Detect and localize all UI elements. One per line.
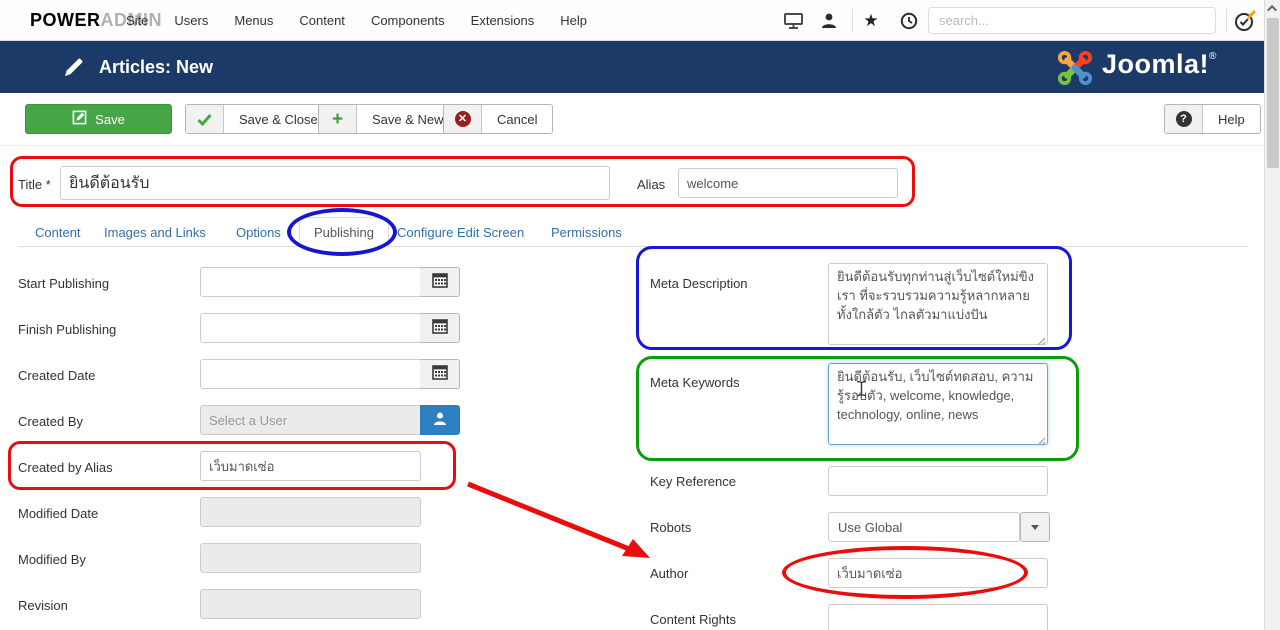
- cancel-button[interactable]: ✕ Cancel: [443, 104, 553, 134]
- title-input[interactable]: [60, 166, 610, 200]
- alias-input[interactable]: [678, 168, 898, 198]
- menu-item-components[interactable]: Components: [371, 13, 445, 28]
- modified-by-label: Modified By: [18, 552, 86, 567]
- created-date-input[interactable]: [200, 359, 421, 389]
- cancel-icon: ✕: [444, 105, 482, 133]
- action-toolbar: Save Save & Close + Save & New ✕ Cancel …: [0, 93, 1264, 146]
- save-icon: [72, 110, 87, 128]
- created-date-calendar-button[interactable]: [420, 359, 460, 389]
- history-clock-icon[interactable]: [898, 10, 920, 32]
- revision-input: [200, 589, 421, 619]
- caret-down-icon: [1031, 525, 1039, 530]
- tabs-divider: [18, 246, 1248, 247]
- start-publishing-calendar-button[interactable]: [420, 267, 460, 297]
- favorites-star-icon[interactable]: ★: [860, 10, 882, 32]
- robots-selected-value: Use Global: [838, 520, 902, 535]
- page-title: Articles: New: [99, 41, 213, 93]
- chevron-up-icon: [1267, 5, 1277, 15]
- robots-label: Robots: [650, 520, 691, 535]
- calendar-icon: [432, 273, 448, 291]
- nav-divider: [852, 9, 853, 32]
- brand-bold: POWER: [30, 10, 101, 30]
- plus-icon: +: [319, 105, 357, 133]
- author-label: Author: [650, 566, 688, 581]
- key-reference-label: Key Reference: [650, 474, 736, 489]
- created-by-input: [200, 405, 421, 435]
- content-rights-input[interactable]: [828, 604, 1048, 630]
- help-button[interactable]: ? Help: [1164, 104, 1261, 134]
- user-account-icon[interactable]: [818, 10, 840, 32]
- preview-monitor-icon[interactable]: [782, 10, 804, 32]
- created-by-alias-label: Created by Alias: [18, 460, 113, 475]
- modified-by-input: [200, 543, 421, 573]
- created-by-label: Created By: [18, 414, 83, 429]
- finish-publishing-input[interactable]: [200, 313, 421, 343]
- robots-select[interactable]: Use Global: [828, 512, 1020, 542]
- tab-configure-edit-screen[interactable]: Configure Edit Screen: [397, 225, 524, 240]
- meta-description-label: Meta Description: [650, 276, 748, 291]
- alias-label: Alias: [637, 177, 665, 192]
- nav-divider: [1226, 9, 1227, 32]
- help-label: Help: [1203, 105, 1260, 133]
- calendar-icon: [432, 365, 448, 383]
- modified-date-label: Modified Date: [18, 506, 98, 521]
- start-publishing-label: Start Publishing: [18, 276, 109, 291]
- scrollbar-up-arrow[interactable]: [1265, 0, 1280, 17]
- start-publishing-input[interactable]: [200, 267, 421, 297]
- menu-item-users[interactable]: Users: [174, 13, 208, 28]
- tab-publishing[interactable]: Publishing: [299, 217, 389, 247]
- menu-item-help[interactable]: Help: [560, 13, 587, 28]
- menu-item-site[interactable]: Site: [126, 13, 148, 28]
- scrollbar-thumb[interactable]: [1267, 18, 1279, 168]
- page-header: Articles: New Joomla!®: [0, 41, 1264, 93]
- admin-menu: Site Users Menus Content Components Exte…: [126, 0, 587, 41]
- joomla-logo-text: Joomla!®: [1102, 49, 1217, 80]
- meta-description-textarea[interactable]: ยินดีต้อนรับทุกท่านสู่เว็บไซต์ใหม่ขิงเรา…: [828, 263, 1048, 345]
- help-icon: ?: [1165, 105, 1203, 133]
- save-label: Save: [95, 112, 125, 127]
- checkin-icon[interactable]: [1234, 10, 1256, 32]
- tab-content[interactable]: Content: [35, 225, 81, 240]
- revision-label: Revision: [18, 598, 68, 613]
- cancel-label: Cancel: [482, 105, 552, 133]
- vertical-scrollbar[interactable]: [1264, 0, 1280, 630]
- calendar-icon: [432, 319, 448, 337]
- edit-pencil-icon: [63, 57, 84, 83]
- meta-keywords-label: Meta Keywords: [650, 375, 740, 390]
- created-by-alias-input[interactable]: [200, 451, 421, 481]
- modified-date-input: [200, 497, 421, 527]
- registered-mark: ®: [1209, 51, 1217, 62]
- finish-publishing-calendar-button[interactable]: [420, 313, 460, 343]
- tab-permissions[interactable]: Permissions: [551, 225, 622, 240]
- tab-images-and-links[interactable]: Images and Links: [104, 225, 206, 240]
- save-close-label: Save & Close: [224, 105, 333, 133]
- select-user-button[interactable]: [420, 405, 460, 435]
- finish-publishing-label: Finish Publishing: [18, 322, 116, 337]
- author-input[interactable]: [828, 558, 1048, 588]
- save-new-button[interactable]: + Save & New: [318, 104, 460, 134]
- joomla-logo-icon: [1056, 50, 1094, 91]
- menu-item-menus[interactable]: Menus: [234, 13, 273, 28]
- search-input[interactable]: [928, 7, 1216, 34]
- save-button[interactable]: Save: [25, 104, 172, 134]
- admin-top-navbar: POWERADMIN Site Users Menus Content Comp…: [0, 0, 1264, 41]
- menu-item-extensions[interactable]: Extensions: [471, 13, 535, 28]
- menu-item-content[interactable]: Content: [299, 13, 345, 28]
- joomla-admin-screen: POWERADMIN Site Users Menus Content Comp…: [0, 0, 1280, 630]
- check-icon: [186, 105, 224, 133]
- robots-dropdown-button[interactable]: [1020, 512, 1050, 542]
- save-close-button[interactable]: Save & Close: [185, 104, 334, 134]
- created-date-label: Created Date: [18, 368, 95, 383]
- title-label: Title *: [18, 177, 51, 192]
- key-reference-input[interactable]: [828, 466, 1048, 496]
- meta-keywords-textarea[interactable]: ยินดีต้อนรับ, เว็บไซต์ทดสอบ, ความรู้รอบต…: [828, 363, 1048, 445]
- tab-options[interactable]: Options: [236, 225, 281, 240]
- content-rights-label: Content Rights: [650, 612, 736, 627]
- user-icon: [432, 411, 448, 429]
